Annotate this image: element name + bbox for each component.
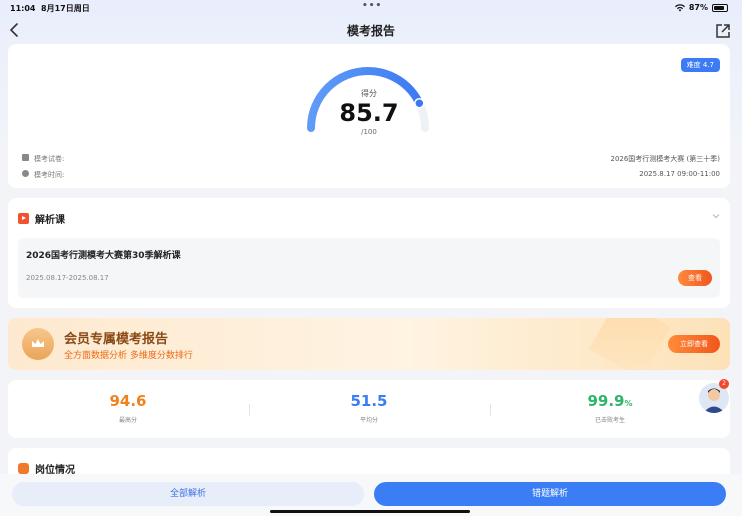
all-analysis-button[interactable]: 全部解析 bbox=[12, 482, 364, 506]
status-time: 11:04 8月17日周日 bbox=[10, 4, 90, 13]
score-total: /100 bbox=[361, 128, 377, 136]
share-icon[interactable] bbox=[714, 22, 732, 40]
nav-bar: 模考报告 bbox=[0, 18, 742, 44]
home-indicator[interactable] bbox=[270, 510, 470, 513]
difficulty-badge: 难度 4.7 bbox=[680, 58, 720, 72]
lesson-date: 2025.08.17-2025.08.17 bbox=[26, 274, 109, 282]
crown-icon bbox=[32, 339, 44, 347]
stat-average: 51.5 平均分 bbox=[249, 392, 489, 424]
exam-time-value: 2025.8.17 09:00-11:00 bbox=[639, 170, 720, 178]
exam-time-label: 模考时间: bbox=[34, 171, 65, 179]
chevron-down-icon[interactable] bbox=[712, 212, 720, 220]
battery-percent: 87% bbox=[688, 3, 708, 12]
stat-highest: 94.6 最高分 bbox=[8, 392, 248, 424]
play-icon bbox=[18, 213, 29, 224]
stats-card: 94.6 最高分 51.5 平均分 99.9% 已击败考生 bbox=[8, 380, 730, 438]
lesson-section-title: 解析课 bbox=[35, 215, 65, 226]
notification-badge: 2 bbox=[719, 379, 729, 389]
status-date: 8月17日周日 bbox=[41, 4, 90, 13]
stat-value: 94.6 bbox=[109, 392, 147, 410]
exam-paper-value: 2026国考行测模考大赛 (第三十季) bbox=[610, 155, 720, 163]
lesson-item[interactable]: 2026国考行测模考大赛第30季解析课 2025.08.17-2025.08.1… bbox=[18, 238, 720, 298]
vip-badge bbox=[22, 328, 54, 360]
lesson-card: 解析课 2026国考行测模考大赛第30季解析课 2025.08.17-2025.… bbox=[8, 198, 730, 308]
page-title: 模考报告 bbox=[346, 24, 395, 38]
stat-caption: 最高分 bbox=[118, 417, 137, 424]
score-value: 85.7 bbox=[339, 99, 399, 127]
clock-icon bbox=[22, 170, 29, 177]
view-lesson-button[interactable]: 查看 bbox=[678, 270, 712, 286]
stat-beaten: 99.9% 已击败考生 bbox=[490, 392, 730, 424]
wrong-analysis-button[interactable]: 错题解析 bbox=[374, 482, 726, 506]
lesson-section-header: 解析课 bbox=[18, 211, 65, 226]
stat-value: 99.9% bbox=[587, 392, 633, 410]
battery-icon bbox=[712, 3, 728, 12]
status-bar: 11:04 8月17日周日 ••• 87% bbox=[0, 0, 742, 14]
position-icon bbox=[18, 463, 29, 474]
stat-caption: 平均分 bbox=[359, 417, 378, 424]
document-icon bbox=[22, 154, 29, 161]
vip-banner[interactable]: 会员专属模考报告 全方面数据分析 多维度分数排行 立即查看 bbox=[8, 318, 730, 370]
banner-decoration bbox=[589, 318, 671, 370]
wifi-icon bbox=[674, 3, 685, 11]
vip-view-button[interactable]: 立即查看 bbox=[668, 335, 720, 353]
stat-unit: % bbox=[624, 399, 633, 408]
lesson-title: 2026国考行测模考大赛第30季解析课 bbox=[26, 251, 181, 261]
multitask-dots[interactable]: ••• bbox=[362, 1, 382, 11]
stat-value: 51.5 bbox=[350, 392, 388, 410]
score-card: 难度 4.7 得分 85.7 /100 模考试卷: 2026国考行测模考大赛 (… bbox=[8, 44, 730, 188]
vip-title: 会员专属模考报告 bbox=[64, 332, 169, 347]
stat-caption: 已击败考生 bbox=[594, 417, 625, 424]
vip-subtitle: 全方面数据分析 多维度分数排行 bbox=[64, 351, 193, 361]
bottom-bar: 全部解析 错题解析 bbox=[0, 474, 742, 516]
exam-paper-label: 模考试卷: bbox=[34, 155, 65, 163]
score-label: 得分 bbox=[361, 89, 377, 98]
status-right: 87% bbox=[674, 3, 728, 12]
